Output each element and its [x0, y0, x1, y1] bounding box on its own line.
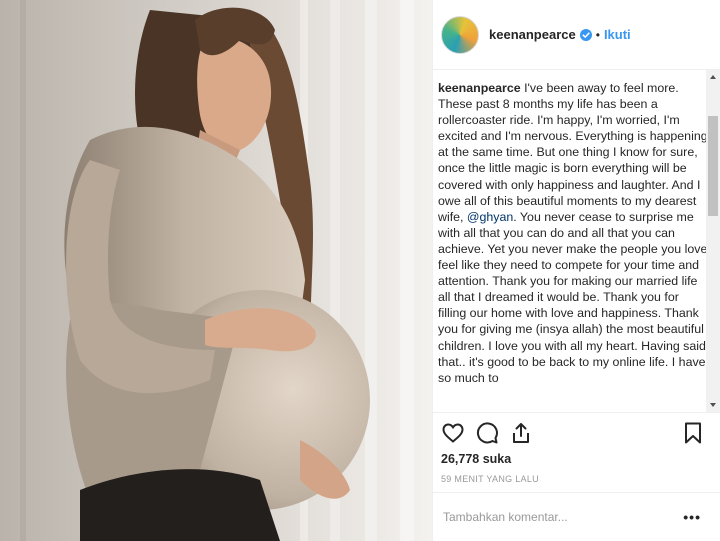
- comment-icon[interactable]: [475, 421, 499, 445]
- header-username[interactable]: keenanpearce: [489, 27, 576, 42]
- action-bar: [433, 412, 720, 452]
- verified-badge-icon: [579, 28, 592, 41]
- caption-mention[interactable]: @ghyan: [467, 210, 513, 224]
- scroll-down-icon[interactable]: [706, 398, 720, 412]
- scrollbar-thumb[interactable]: [708, 116, 718, 216]
- bookmark-icon[interactable]: [681, 421, 705, 445]
- heart-icon[interactable]: [441, 421, 465, 445]
- scroll-up-icon[interactable]: [706, 70, 720, 84]
- post-header: keenanpearce • Ikuti: [433, 0, 720, 70]
- photo-pregnant-woman: [0, 0, 432, 541]
- caption-scrollbar[interactable]: [706, 70, 720, 412]
- post-timestamp[interactable]: 59 MENIT YANG LALU: [441, 474, 539, 484]
- separator-dot: •: [595, 27, 600, 42]
- instagram-post: keenanpearce • Ikuti keenanpearce I've b…: [0, 0, 720, 541]
- share-icon[interactable]: [509, 421, 533, 445]
- caption-body-2: . You never cease to surprise me with al…: [438, 209, 708, 385]
- caption-username[interactable]: keenanpearce: [438, 81, 521, 95]
- post-photo[interactable]: [0, 0, 432, 541]
- caption-body-1: I've been away to feel more. These past …: [438, 81, 708, 224]
- post-side-panel: keenanpearce • Ikuti keenanpearce I've b…: [432, 0, 720, 541]
- like-count[interactable]: 26,778 suka: [441, 452, 511, 466]
- caption-text: keenanpearce I've been away to feel more…: [438, 80, 710, 386]
- more-options-icon[interactable]: •••: [683, 509, 701, 525]
- avatar[interactable]: [441, 15, 479, 54]
- caption-scroll-area[interactable]: keenanpearce I've been away to feel more…: [433, 70, 720, 412]
- follow-button[interactable]: Ikuti: [604, 27, 631, 42]
- comment-bar: •••: [433, 492, 720, 541]
- comment-input[interactable]: [441, 509, 665, 525]
